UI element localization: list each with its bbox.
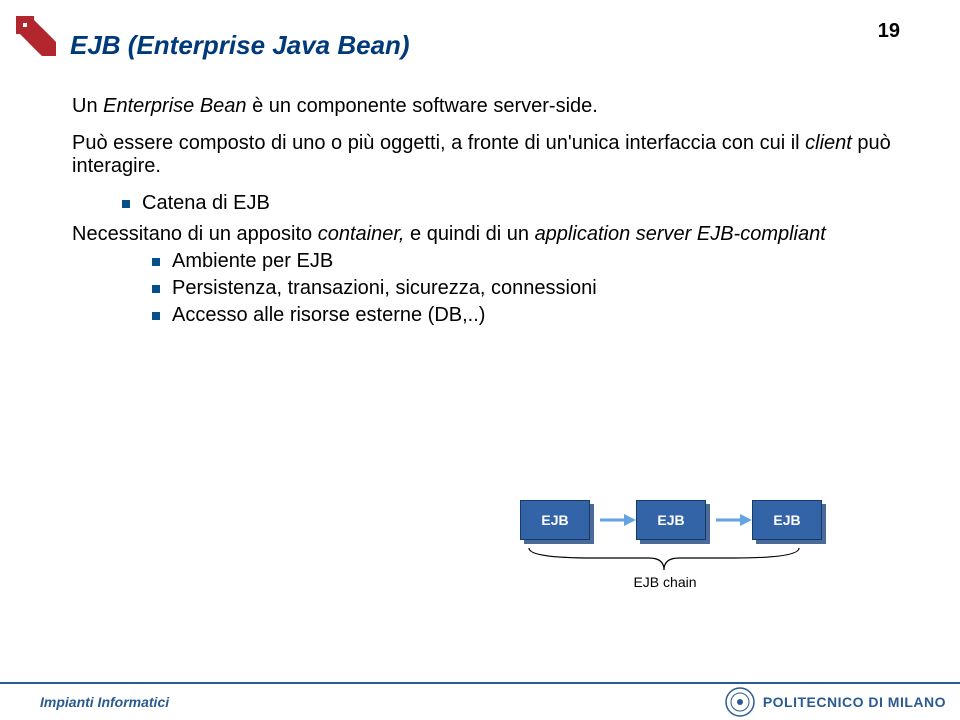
- paragraph-2: Può essere composto di uno o più oggetti…: [72, 132, 900, 178]
- paragraph-3: Necessitano di un apposito container, e …: [72, 223, 900, 246]
- header: EJB (Enterprise Java Bean) 19: [70, 30, 900, 61]
- emphasis: application server EJB-compliant: [535, 223, 826, 245]
- sub-body: Ambiente per EJB Persistenza, transazion…: [102, 250, 900, 327]
- page-number: 19: [878, 20, 900, 43]
- list-item-label: Accesso alle risorse esterne (DB,..): [172, 304, 485, 327]
- footer: Impianti Informatici POLITECNICO DI MILA…: [0, 682, 960, 720]
- diagram-row: EJB EJB EJB: [520, 500, 880, 540]
- ejb-box-label: EJB: [752, 500, 822, 540]
- list-item: Accesso alle risorse esterne (DB,..): [152, 304, 900, 327]
- slide-title: EJB (Enterprise Java Bean): [70, 30, 410, 61]
- bullet-icon: [152, 258, 160, 266]
- text: e quindi di un: [404, 223, 534, 245]
- list-item: Catena di EJB: [122, 192, 900, 215]
- ejb-box-label: EJB: [520, 500, 590, 540]
- list-item-label: Catena di EJB: [142, 192, 270, 215]
- text: è un componente software server-side.: [247, 95, 598, 117]
- ejb-node: EJB: [636, 500, 706, 540]
- arrow-right-icon: [600, 510, 636, 530]
- list-item: Ambiente per EJB: [152, 250, 900, 273]
- emphasis: client: [805, 132, 852, 154]
- text: Necessitano di un apposito: [72, 223, 318, 245]
- text: Può essere composto di uno o più oggetti…: [72, 132, 805, 154]
- footer-right-text: POLITECNICO DI MILANO: [763, 694, 946, 710]
- emphasis: container,: [318, 223, 405, 245]
- ejb-box-label: EJB: [636, 500, 706, 540]
- content-area: Un Enterprise Bean è un componente softw…: [72, 95, 900, 335]
- bullet-icon: [152, 312, 160, 320]
- corner-arrow-icon: [14, 14, 58, 58]
- bullet-icon: [152, 285, 160, 293]
- ejb-node: EJB: [520, 500, 590, 540]
- ejb-chain-diagram: EJB EJB EJB EJB chain: [520, 500, 880, 630]
- arrow-right-icon: [716, 510, 752, 530]
- text: Un: [72, 95, 103, 117]
- diagram-caption: EJB chain: [520, 574, 810, 590]
- bullet-icon: [122, 200, 130, 208]
- footer-left-text: Impianti Informatici: [40, 694, 169, 710]
- brace-icon: [524, 546, 804, 576]
- university-logo-icon: [725, 687, 755, 717]
- paragraph-1: Un Enterprise Bean è un componente softw…: [72, 95, 900, 118]
- footer-right: POLITECNICO DI MILANO: [725, 687, 946, 717]
- bullet-list-1: Catena di EJB: [72, 192, 900, 215]
- list-item: Persistenza, transazioni, sicurezza, con…: [152, 277, 900, 300]
- list-item-label: Persistenza, transazioni, sicurezza, con…: [172, 277, 597, 300]
- list-item-label: Ambiente per EJB: [172, 250, 333, 273]
- ejb-node: EJB: [752, 500, 822, 540]
- bullet-list-2: Ambiente per EJB Persistenza, transazion…: [102, 250, 900, 327]
- slide: EJB (Enterprise Java Bean) 19 Un Enterpr…: [0, 0, 960, 720]
- emphasis: Enterprise Bean: [103, 95, 246, 117]
